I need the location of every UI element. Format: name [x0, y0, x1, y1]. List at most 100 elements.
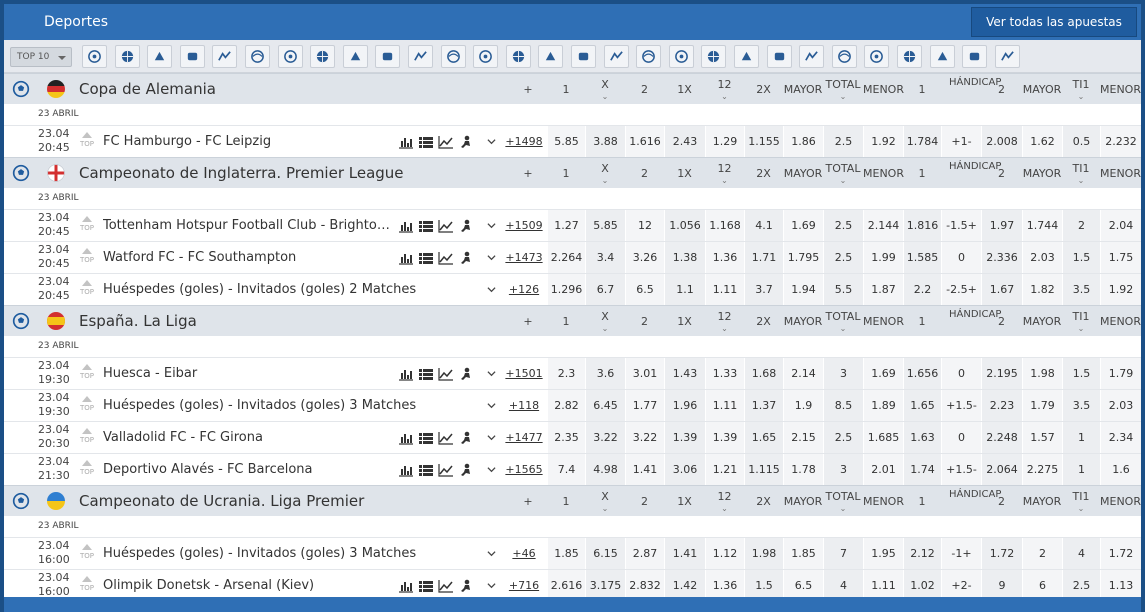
odds-cell[interactable]: 1.89 [863, 390, 903, 422]
odds-cell[interactable]: 1.85 [547, 538, 585, 570]
chevron-down-icon[interactable] [487, 221, 496, 230]
odds-cell[interactable]: 1.75 [1100, 242, 1141, 274]
odds-cell[interactable]: 1 [1062, 422, 1100, 454]
odds-cell[interactable]: 5.5 [823, 274, 863, 306]
odds-cell[interactable]: 2.43 [664, 126, 705, 158]
odds-cell[interactable]: 3.26 [625, 242, 664, 274]
odds-cell[interactable]: 1.71 [744, 242, 783, 274]
odds-cell[interactable]: 1.5 [1062, 358, 1100, 390]
match-name[interactable]: Huéspedes (goles) - Invitados (goles) 2 … [103, 274, 481, 306]
more-bets-link[interactable]: +126 [504, 274, 544, 306]
odds-cell[interactable]: 0.5 [1062, 126, 1100, 158]
odds-cell[interactable]: 1.92 [1100, 274, 1141, 306]
odds-cell[interactable]: 6.5 [625, 274, 664, 306]
odds-cell[interactable]: 1.1 [664, 274, 705, 306]
top-toggle[interactable]: TOP [78, 576, 96, 592]
player-stats-icon[interactable] [458, 431, 474, 445]
top-toggle[interactable]: TOP [78, 396, 96, 412]
odds-cell[interactable]: 4.1 [744, 210, 783, 242]
odds-cell[interactable]: 1.72 [981, 538, 1022, 570]
table-list-icon[interactable] [418, 251, 434, 265]
odds-cell[interactable]: 1.98 [1022, 358, 1062, 390]
odds-cell[interactable]: 6.45 [585, 390, 625, 422]
more-bets-link[interactable]: +1509 [504, 210, 544, 242]
odds-cell[interactable]: 1.616 [625, 126, 664, 158]
star-icon[interactable] [310, 45, 336, 68]
odds-cell[interactable]: 2.232 [1100, 126, 1141, 158]
odds-cell[interactable]: 1.96 [664, 390, 705, 422]
odds-cell[interactable]: 1.69 [863, 358, 903, 390]
odds-cell[interactable]: 6.15 [585, 538, 625, 570]
odds-cell[interactable]: 1.94 [783, 274, 823, 306]
odds-cell[interactable]: 1 [1062, 454, 1100, 486]
top-toggle[interactable]: TOP [78, 544, 96, 560]
chevron-down-icon[interactable] [487, 549, 496, 558]
odds-cell[interactable]: 4 [1062, 538, 1100, 570]
odds-cell[interactable]: 1.155 [744, 126, 783, 158]
odds-cell[interactable]: 1.95 [863, 538, 903, 570]
player-stats-icon[interactable] [458, 135, 474, 149]
odds-cell[interactable]: 0 [941, 358, 981, 390]
odds-cell[interactable]: 1.36 [705, 242, 744, 274]
trotting-icon[interactable] [994, 45, 1020, 68]
snooker-icon[interactable] [929, 45, 955, 68]
more-bets-link[interactable]: +1501 [504, 358, 544, 390]
odds-cell[interactable]: 1.43 [664, 358, 705, 390]
odds-cell[interactable]: 2.3 [547, 358, 585, 390]
futsal-icon[interactable] [375, 45, 401, 68]
odds-cell[interactable]: 1.29 [705, 126, 744, 158]
odds-cell[interactable]: 1.79 [1100, 358, 1141, 390]
top-toggle[interactable]: TOP [78, 428, 96, 444]
odds-cell[interactable]: 2.008 [981, 126, 1022, 158]
odds-cell[interactable]: 2.14 [783, 358, 823, 390]
top10-dropdown[interactable]: TOP 10 [10, 47, 72, 67]
odds-cell[interactable]: 3.22 [585, 422, 625, 454]
odds-cell[interactable]: 1.39 [664, 422, 705, 454]
odds-cell[interactable]: 3.06 [664, 454, 705, 486]
odds-cell[interactable]: -2.5+ [941, 274, 981, 306]
odds-cell[interactable]: 1.63 [903, 422, 941, 454]
odds-cell[interactable]: 1.656 [903, 358, 941, 390]
match-name[interactable]: Huéspedes (goles) - Invitados (goles) 3 … [103, 390, 481, 422]
odds-cell[interactable]: 1.27 [547, 210, 585, 242]
chevron-down-icon[interactable] [487, 581, 496, 590]
odds-cell[interactable]: 1.12 [705, 538, 744, 570]
more-bets-link[interactable]: +46 [504, 538, 544, 570]
bar-chart-icon[interactable] [398, 367, 414, 381]
match-name[interactable]: Tottenham Hotspur Football Club - Bright… [103, 210, 393, 242]
soccer-icon[interactable] [82, 45, 107, 68]
cricket-icon[interactable] [440, 45, 466, 68]
odds-cell[interactable]: 1.98 [744, 538, 783, 570]
chevron-down-icon[interactable] [487, 465, 496, 474]
odds-cell[interactable]: 1.11 [705, 390, 744, 422]
odds-cell[interactable]: 1.97 [981, 210, 1022, 242]
greyhound-icon[interactable] [538, 45, 564, 68]
odds-cell[interactable]: 1.6 [1100, 454, 1141, 486]
player-stats-icon[interactable] [458, 463, 474, 477]
odds-cell[interactable]: 1.795 [783, 242, 823, 274]
match-row[interactable]: 23.04 20:45 TOP Huéspedes (goles) - Invitad… [4, 273, 1141, 306]
top-toggle[interactable]: TOP [78, 248, 96, 264]
odds-cell[interactable]: 1.11 [705, 274, 744, 306]
odds-cell[interactable]: 1.5 [1062, 242, 1100, 274]
odds-cell[interactable]: 1.744 [1022, 210, 1062, 242]
chevron-down-icon[interactable] [487, 433, 496, 442]
odds-cell[interactable]: 2.03 [1022, 242, 1062, 274]
odds-cell[interactable]: 1.41 [625, 454, 664, 486]
chevron-down-icon[interactable] [487, 253, 496, 262]
player-stats-icon[interactable] [458, 251, 474, 265]
league-header[interactable]: Copa de Alemania +1 X ⌄ 2 1X 12 ⌄ 2X MAYOR TOTAL ⌄ M… [4, 73, 1141, 104]
odds-cell[interactable]: 1.37 [744, 390, 783, 422]
odds-cell[interactable]: 2.264 [547, 242, 585, 274]
bar-chart-icon[interactable] [398, 135, 414, 149]
motorsport-icon[interactable] [668, 45, 694, 68]
match-row[interactable]: 23.04 20:45 TOP Tottenham Hotspur Football … [4, 209, 1141, 242]
chevron-down-icon[interactable] [487, 285, 496, 294]
odds-cell[interactable]: 2.82 [547, 390, 585, 422]
match-row[interactable]: 23.04 20:45 TOP FC Hamburgo - FC Leipzig +14… [4, 125, 1141, 158]
darts-icon[interactable] [636, 45, 662, 68]
odds-cell[interactable]: 0 [941, 422, 981, 454]
player-stats-icon[interactable] [458, 579, 474, 593]
chevron-down-icon[interactable] [487, 369, 496, 378]
odds-cell[interactable]: 3 [823, 358, 863, 390]
